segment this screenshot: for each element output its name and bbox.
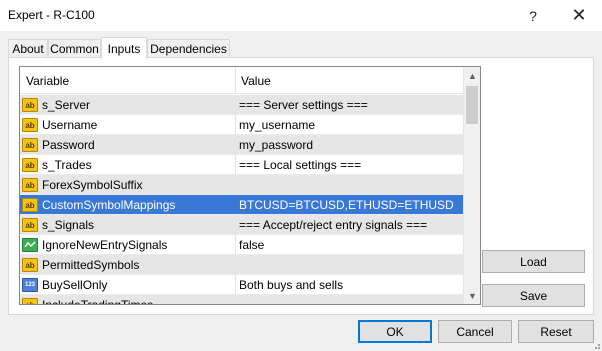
value-cell[interactable]	[235, 295, 463, 304]
table-row[interactable]: ab ForexSymbolSuffix	[20, 175, 463, 195]
variable-value: false	[239, 238, 265, 252]
reset-button[interactable]: Reset	[518, 320, 594, 343]
variable-cell[interactable]: ab s_Trades	[20, 155, 235, 175]
table-row[interactable]: ab PermittedSymbols	[20, 255, 463, 275]
variable-cell[interactable]: ab ForexSymbolSuffix	[20, 175, 235, 195]
table-row[interactable]: ab s_Signals === Accept/reject entry signa…	[20, 215, 463, 235]
ab-string-icon: ab	[22, 258, 38, 272]
variable-value: BTCUSD=BTCUSD,ETHUSD=ETHUSD	[239, 198, 454, 212]
variable-name: Password	[42, 138, 95, 152]
table-row[interactable]: ab s_Trades === Local settings ===	[20, 155, 463, 175]
value-cell[interactable]	[235, 255, 463, 275]
variable-name: PermittedSymbols	[42, 258, 140, 272]
column-header-variable[interactable]: Variable	[20, 67, 235, 94]
table-row[interactable]: ab Password my_password	[20, 135, 463, 155]
variable-cell[interactable]: ab s_Server	[20, 95, 235, 115]
list-header: Variable Value	[20, 67, 463, 94]
bool-icon	[22, 238, 38, 252]
variable-name: IgnoreNewEntrySignals	[42, 238, 168, 252]
variable-value: === Server settings ===	[239, 98, 368, 112]
value-cell[interactable]: false	[235, 235, 463, 255]
variable-value: === Accept/reject entry signals ===	[239, 218, 428, 232]
value-cell[interactable]: === Server settings ===	[235, 95, 463, 115]
variable-name: BuySellOnly	[42, 278, 108, 292]
inputs-list[interactable]: Variable Value ab s_Server === Server sett…	[19, 66, 481, 305]
variable-cell[interactable]: ab s_Signals	[20, 215, 235, 235]
ab-string-icon: ab	[22, 138, 38, 152]
value-cell[interactable]	[235, 175, 463, 195]
ab-string-icon: ab	[22, 298, 38, 304]
tab-dependencies[interactable]: Dependencies	[147, 39, 230, 58]
scroll-up-arrow-icon[interactable]: ▲	[464, 67, 480, 84]
table-row[interactable]: 123 BuySellOnly Both buys and sells	[20, 275, 463, 295]
value-cell[interactable]: BTCUSD=BTCUSD,ETHUSD=ETHUSD	[235, 195, 463, 215]
cancel-button[interactable]: Cancel	[438, 320, 512, 343]
variable-cell[interactable]: IgnoreNewEntrySignals	[20, 235, 235, 255]
variable-cell[interactable]: ab CustomSymbolMappings	[20, 195, 235, 215]
variable-cell[interactable]: 123 BuySellOnly	[20, 275, 235, 295]
value-cell[interactable]: Both buys and sells	[235, 275, 463, 295]
variable-value: my_password	[239, 138, 314, 152]
inputs-panel: Variable Value ab s_Server === Server sett…	[8, 57, 594, 315]
variable-cell[interactable]: ab PermittedSymbols	[20, 255, 235, 275]
variable-value: Both buys and sells	[239, 278, 344, 292]
title-bar: Expert - R-C100 ? ✕	[0, 0, 602, 31]
variable-cell[interactable]: ab Password	[20, 135, 235, 155]
variable-cell[interactable]: ab Username	[20, 115, 235, 135]
int-123-icon: 123	[22, 278, 38, 292]
scroll-down-arrow-icon[interactable]: ▼	[464, 287, 480, 304]
load-button[interactable]: Load	[482, 250, 585, 273]
save-button[interactable]: Save	[482, 284, 585, 307]
value-cell[interactable]: === Accept/reject entry signals ===	[235, 215, 463, 235]
tab-common[interactable]: Common	[48, 39, 101, 58]
ab-string-icon: ab	[22, 198, 38, 212]
value-cell[interactable]: my_password	[235, 135, 463, 155]
scroll-thumb[interactable]	[466, 86, 478, 124]
variable-value: my_username	[239, 118, 316, 132]
value-cell[interactable]: my_username	[235, 115, 463, 135]
vertical-scrollbar[interactable]: ▲ ▼	[463, 67, 480, 304]
ab-string-icon: ab	[22, 158, 38, 172]
table-row[interactable]: ab CustomSymbolMappings BTCUSD=BTCUSD,ETHU…	[20, 195, 463, 215]
value-cell[interactable]: === Local settings ===	[235, 155, 463, 175]
table-row[interactable]: IgnoreNewEntrySignals false	[20, 235, 463, 255]
close-button[interactable]: ✕	[556, 0, 602, 31]
table-row[interactable]: ab s_Server === Server settings ===	[20, 95, 463, 115]
help-button[interactable]: ?	[510, 0, 556, 31]
window-title: Expert - R-C100	[8, 8, 95, 22]
variable-name: Username	[42, 118, 98, 132]
variable-cell[interactable]: ab IncludeTradingTimes	[20, 295, 235, 305]
tab-about[interactable]: About	[8, 39, 48, 58]
ab-string-icon: ab	[22, 98, 38, 112]
variable-value: === Local settings ===	[239, 158, 362, 172]
ok-button[interactable]: OK	[358, 320, 432, 343]
variable-name: IncludeTradingTimes	[42, 298, 154, 305]
variable-name: CustomSymbolMappings	[42, 198, 176, 212]
help-icon: ?	[529, 7, 537, 24]
ab-string-icon: ab	[22, 178, 38, 192]
close-icon: ✕	[571, 5, 587, 25]
variable-name: s_Signals	[42, 218, 95, 232]
ab-string-icon: ab	[22, 118, 38, 132]
table-row[interactable]: ab Username my_username	[20, 115, 463, 135]
variable-name: s_Trades	[42, 158, 92, 172]
variable-name: s_Server	[42, 98, 91, 112]
table-row[interactable]: ab IncludeTradingTimes	[20, 295, 463, 305]
ab-string-icon: ab	[22, 218, 38, 232]
variable-name: ForexSymbolSuffix	[42, 178, 143, 192]
column-header-value[interactable]: Value	[235, 67, 463, 94]
resize-grip-icon[interactable]	[590, 339, 600, 349]
tab-inputs[interactable]: Inputs	[101, 37, 147, 59]
